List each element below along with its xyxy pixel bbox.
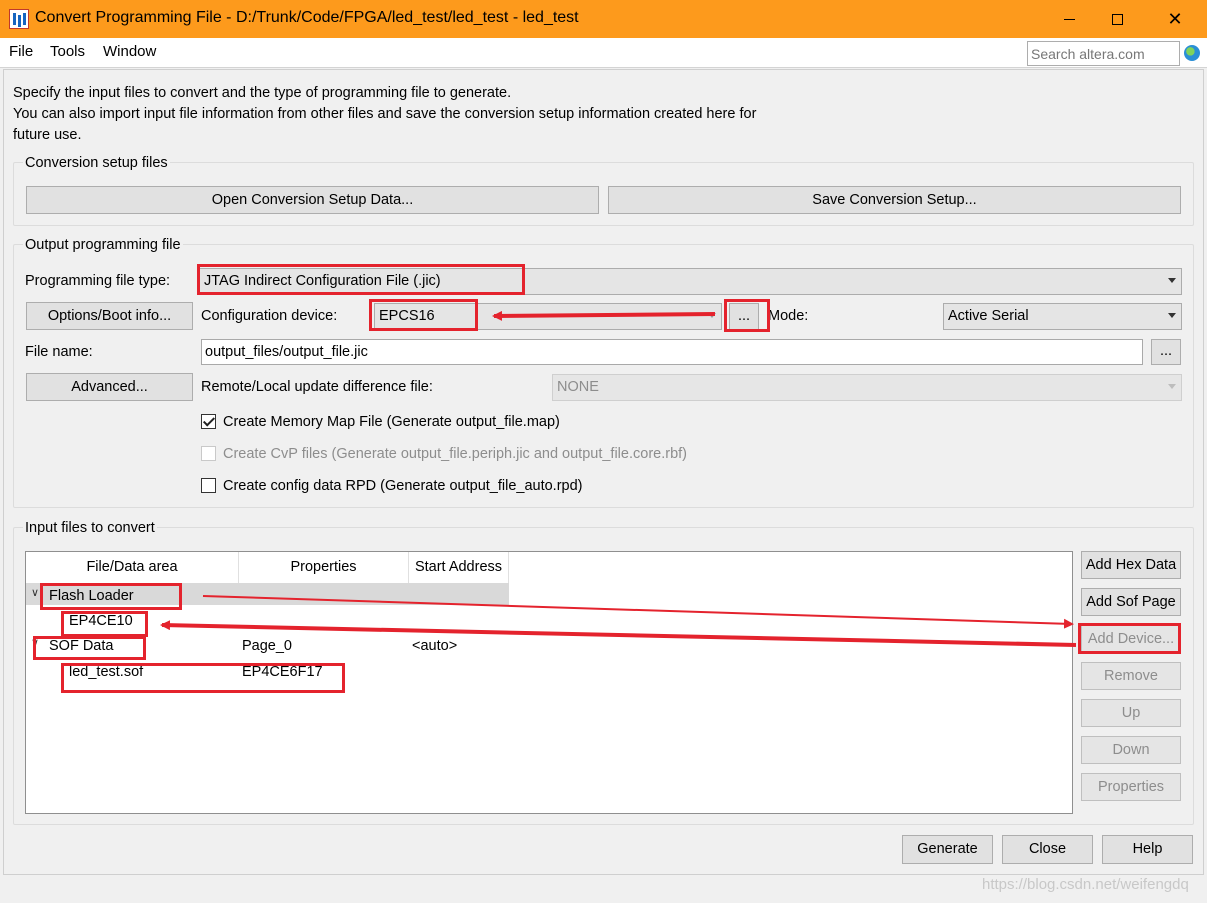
annotation-box-sof-data — [33, 636, 146, 660]
output-programming-title: Output programming file — [23, 237, 183, 253]
menu-tools[interactable]: Tools — [50, 43, 85, 60]
dropdown-arrow-icon — [1168, 278, 1176, 283]
options-boot-info-button[interactable]: Options/Boot info... — [26, 302, 193, 330]
close-icon: ✕ — [1167, 8, 1183, 29]
mode-value: Active Serial — [948, 308, 1029, 324]
down-button[interactable]: Down — [1081, 736, 1181, 764]
create-cvp-checkbox[interactable] — [201, 446, 216, 461]
watermark: https://blog.csdn.net/weifengdq — [982, 876, 1189, 893]
column-header-file[interactable]: File/Data area — [26, 552, 239, 583]
column-header-start-address[interactable]: Start Address — [409, 552, 509, 583]
create-memory-map-checkbox[interactable] — [201, 414, 216, 429]
help-button[interactable]: Help — [1102, 835, 1193, 864]
save-conversion-setup-button[interactable]: Save Conversion Setup... — [608, 186, 1181, 214]
maximize-button[interactable] — [1094, 0, 1140, 38]
advanced-button[interactable]: Advanced... — [26, 373, 193, 401]
annotation-box-device — [61, 611, 148, 637]
annotation-box-file-type — [197, 264, 525, 295]
description-line-1: Specify the input files to convert and t… — [13, 85, 512, 101]
minimize-icon — [1063, 18, 1075, 20]
dropdown-arrow-icon — [708, 313, 716, 318]
globe-icon[interactable] — [1184, 45, 1200, 61]
create-cvp-label: Create CvP files (Generate output_file.p… — [223, 446, 687, 462]
close-button[interactable]: Close — [1002, 835, 1093, 864]
remote-local-update-value: NONE — [557, 379, 599, 395]
input-files-title: Input files to convert — [23, 520, 157, 536]
file-name-label: File name: — [25, 344, 93, 360]
add-sof-page-button[interactable]: Add Sof Page — [1081, 588, 1181, 616]
programming-file-type-label: Programming file type: — [25, 273, 171, 289]
search-input[interactable] — [1027, 41, 1180, 66]
maximize-icon — [1111, 13, 1123, 25]
file-name-input[interactable]: output_files/output_file.jic — [201, 339, 1143, 365]
annotation-box-flash-loader — [40, 583, 182, 610]
remote-local-update-select[interactable]: NONE — [552, 374, 1182, 401]
menu-window[interactable]: Window — [103, 43, 156, 60]
minimize-button[interactable] — [1046, 0, 1092, 38]
annotation-box-browse — [724, 299, 770, 332]
remote-local-update-label: Remote/Local update difference file: — [201, 379, 433, 395]
mode-select[interactable]: Active Serial — [943, 303, 1182, 330]
menu-bar — [0, 38, 1207, 68]
dropdown-arrow-icon — [1168, 313, 1176, 318]
description-line-2: You can also import input file informati… — [13, 106, 757, 122]
remove-button[interactable]: Remove — [1081, 662, 1181, 690]
annotation-box-add-device — [1078, 623, 1181, 654]
generate-button[interactable]: Generate — [902, 835, 993, 864]
annotation-box-sof-file — [61, 663, 345, 693]
window-title: Convert Programming File - D:/Trunk/Code… — [35, 9, 579, 26]
add-hex-data-button[interactable]: Add Hex Data — [1081, 551, 1181, 579]
menu-file[interactable]: File — [9, 43, 33, 60]
tree-item-address: <auto> — [412, 638, 458, 654]
up-button[interactable]: Up — [1081, 699, 1181, 727]
open-conversion-setup-button[interactable]: Open Conversion Setup Data... — [26, 186, 599, 214]
create-rpd-checkbox[interactable] — [201, 478, 216, 493]
column-header-properties[interactable]: Properties — [239, 552, 409, 583]
tree-item-properties: Page_0 — [242, 638, 292, 654]
conversion-setup-title: Conversion setup files — [23, 155, 170, 171]
annotation-box-config-device — [369, 299, 478, 331]
create-rpd-label: Create config data RPD (Generate output_… — [223, 478, 583, 494]
create-memory-map-label: Create Memory Map File (Generate output_… — [223, 414, 560, 430]
properties-button[interactable]: Properties — [1081, 773, 1181, 801]
close-window-button[interactable]: ✕ — [1152, 0, 1198, 38]
description-line-3: future use. — [13, 127, 82, 143]
chevron-down-icon[interactable]: ∨ — [31, 586, 39, 599]
configuration-device-label: Configuration device: — [201, 308, 338, 324]
dropdown-arrow-icon — [1168, 384, 1176, 389]
app-icon — [9, 9, 29, 29]
file-name-browse-button[interactable]: ... — [1151, 339, 1181, 365]
mode-label: Mode: — [768, 308, 809, 324]
